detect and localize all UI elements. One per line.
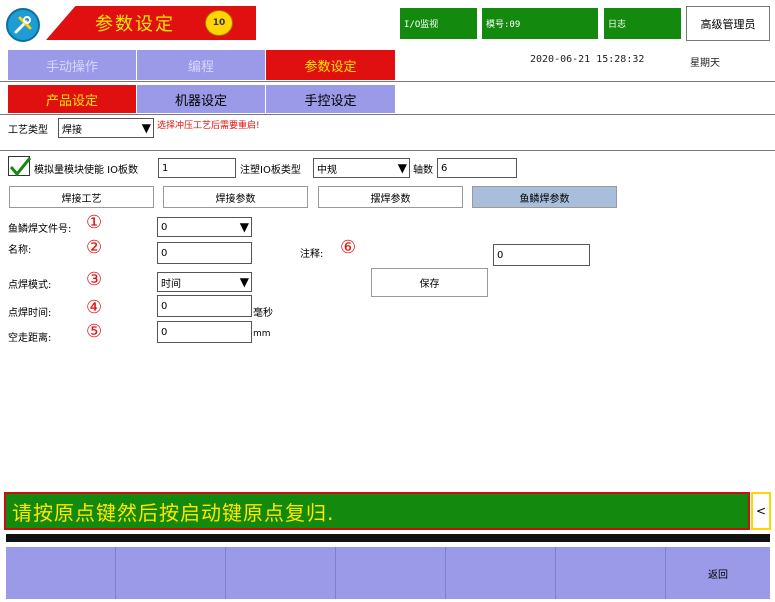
subtab-weld-params[interactable]: 焊接参数 bbox=[163, 186, 308, 208]
function-key-2[interactable] bbox=[116, 547, 226, 599]
analog-module-label: 模拟量模块使能 IO板数 bbox=[34, 165, 138, 176]
function-key-5[interactable] bbox=[446, 547, 556, 599]
tab-machine-settings[interactable]: 机器设定 bbox=[137, 85, 265, 113]
tab-product-settings[interactable]: 产品设定 bbox=[8, 85, 136, 113]
spot-mode-value: 时间 bbox=[161, 278, 181, 290]
progress-bar bbox=[6, 534, 770, 542]
note-label: 注释: bbox=[300, 249, 324, 260]
menu-program[interactable]: 编程 bbox=[137, 50, 265, 80]
function-key-bar: 返回 bbox=[6, 547, 770, 599]
scroll-left-button[interactable]: < bbox=[751, 492, 771, 530]
injection-io-type-value: 中规 bbox=[317, 164, 337, 176]
process-warning: 选择冲压工艺后需要重启! bbox=[157, 121, 260, 131]
subtab-fish-scale-weld-params[interactable]: 鱼鳞焊参数 bbox=[472, 186, 617, 208]
marker-4: ④ bbox=[86, 297, 103, 318]
dropdown-arrow-icon: ▼ bbox=[397, 161, 407, 175]
log-button[interactable]: 日志 bbox=[604, 8, 681, 39]
function-key-3[interactable] bbox=[226, 547, 336, 599]
dropdown-arrow-icon: ▼ bbox=[141, 121, 151, 135]
status-message: 请按原点键然后按启动键原点复归. bbox=[4, 492, 750, 530]
save-button[interactable]: 保存 bbox=[371, 268, 488, 297]
tools-icon[interactable] bbox=[6, 8, 40, 42]
marker-1: ① bbox=[86, 212, 103, 233]
file-number-label: 鱼鳞焊文件号: bbox=[8, 224, 72, 235]
idle-distance-label: 空走距离: bbox=[8, 333, 52, 344]
divider bbox=[0, 81, 775, 82]
marker-3: ③ bbox=[86, 269, 103, 290]
io-board-count-input[interactable]: 1 bbox=[158, 158, 236, 178]
hand-badge-icon: 10 bbox=[205, 10, 233, 36]
analog-module-checkbox[interactable] bbox=[8, 156, 32, 177]
marker-6: ⑥ bbox=[340, 237, 357, 258]
divider bbox=[0, 114, 775, 115]
idle-distance-unit: mm bbox=[253, 329, 271, 339]
weekday: 星期天 bbox=[690, 58, 720, 69]
process-type-value: 焊接 bbox=[62, 124, 82, 136]
name-input[interactable]: 0 bbox=[157, 242, 252, 264]
injection-io-type-select[interactable]: 中规 ▼ bbox=[313, 158, 410, 178]
injection-io-type-label: 注塑IO板类型 bbox=[240, 165, 301, 176]
dropdown-arrow-icon: ▼ bbox=[239, 220, 249, 234]
process-type-label: 工艺类型 bbox=[8, 125, 48, 136]
note-input[interactable]: 0 bbox=[493, 244, 590, 266]
subtab-weld-process[interactable]: 焊接工艺 bbox=[9, 186, 154, 208]
axis-count-input[interactable]: 6 bbox=[437, 158, 517, 178]
spot-mode-label: 点焊模式: bbox=[8, 280, 52, 291]
name-label: 名称: bbox=[8, 245, 32, 256]
function-key-6[interactable] bbox=[556, 547, 666, 599]
process-type-select[interactable]: 焊接 ▼ bbox=[58, 118, 154, 138]
file-number-value: 0 bbox=[161, 221, 168, 233]
marker-5: ⑤ bbox=[86, 321, 103, 342]
menu-parameter-settings[interactable]: 参数设定 bbox=[266, 50, 395, 80]
admin-button[interactable]: 高级管理员 bbox=[686, 6, 770, 41]
idle-distance-input[interactable]: 0 bbox=[157, 321, 252, 343]
function-key-4[interactable] bbox=[336, 547, 446, 599]
back-button[interactable]: 返回 bbox=[666, 547, 770, 599]
mold-number-label[interactable]: 模号:09 bbox=[482, 8, 598, 39]
menu-manual-operation[interactable]: 手动操作 bbox=[8, 50, 136, 80]
page-title: 参数设定 bbox=[95, 14, 175, 35]
axis-count-label: 轴数 bbox=[413, 165, 433, 176]
spot-mode-select[interactable]: 时间 ▼ bbox=[157, 272, 252, 292]
tab-hand-control-settings[interactable]: 手控设定 bbox=[266, 85, 395, 113]
function-key-1[interactable] bbox=[6, 547, 116, 599]
file-number-select[interactable]: 0 ▼ bbox=[157, 217, 252, 237]
subtab-swing-weld-params[interactable]: 摆焊参数 bbox=[318, 186, 463, 208]
datetime: 2020-06-21 15:28:32 bbox=[530, 54, 645, 65]
marker-2: ② bbox=[86, 237, 103, 258]
spot-time-label: 点焊时间: bbox=[8, 308, 52, 319]
spot-time-input[interactable]: 0 bbox=[157, 295, 252, 317]
io-monitor-button[interactable]: I/O监视 bbox=[400, 8, 477, 39]
dropdown-arrow-icon: ▼ bbox=[239, 275, 249, 289]
divider bbox=[0, 150, 775, 151]
spot-time-unit: 毫秒 bbox=[253, 308, 273, 319]
